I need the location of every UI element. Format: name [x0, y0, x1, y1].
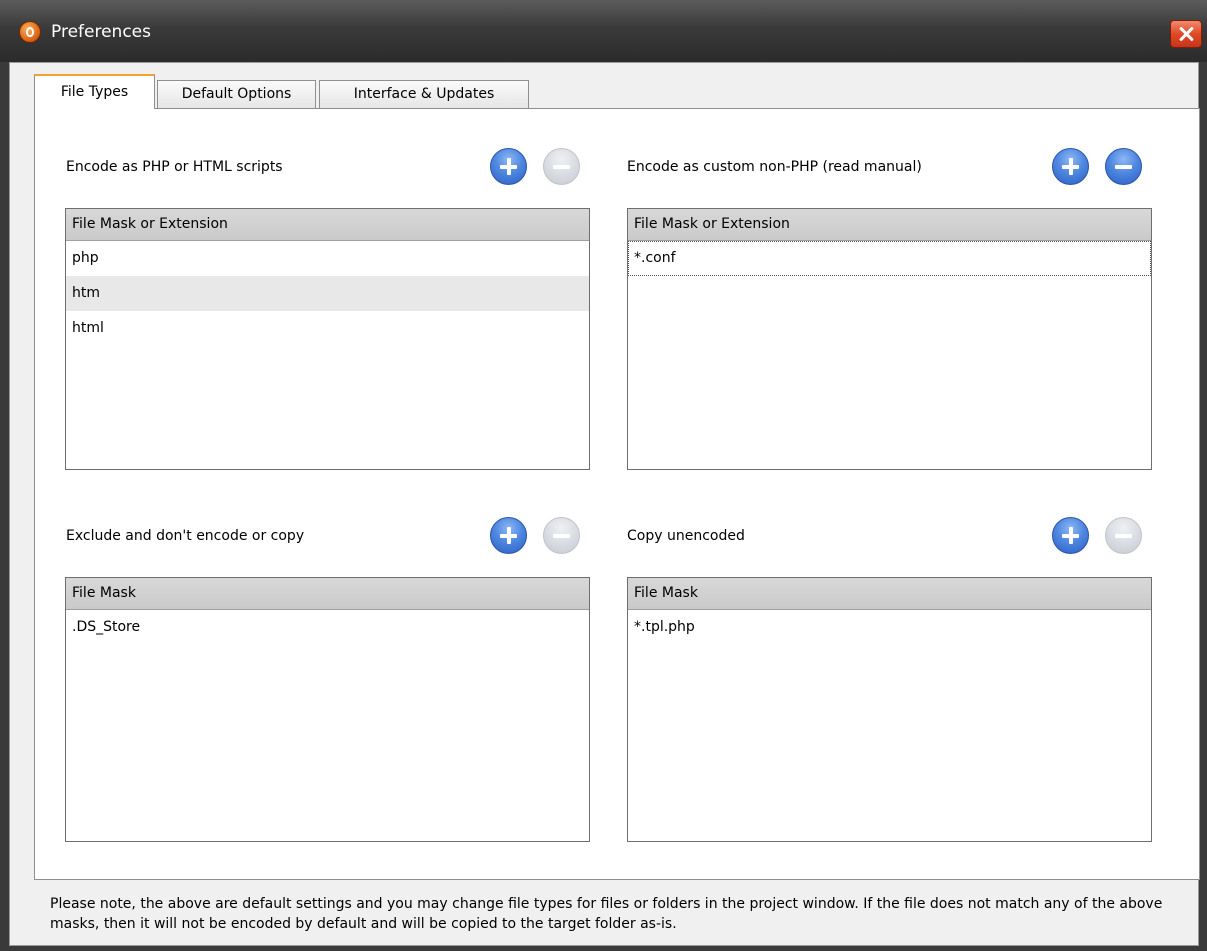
window-border-left: [0, 62, 9, 951]
window-border-right: [1199, 62, 1207, 951]
exclude-remove-button[interactable]: [543, 517, 580, 554]
encode-php-add-button[interactable]: [490, 148, 527, 185]
minus-icon: [553, 534, 570, 538]
exclude-list[interactable]: File Mask .DS_Store: [65, 577, 590, 842]
copy-unencoded-list[interactable]: File Mask *.tpl.php: [627, 577, 1152, 842]
info-note: Please note, the above are default setti…: [50, 896, 1163, 932]
tab-interface-updates[interactable]: Interface & Updates: [319, 80, 529, 108]
list-item[interactable]: .DS_Store: [66, 610, 589, 645]
list-item[interactable]: php: [66, 241, 589, 276]
encode-php-label: Encode as PHP or HTML scripts: [66, 159, 283, 175]
preferences-window: Preferences File Types Default Options I…: [0, 0, 1207, 951]
list-item[interactable]: htm: [66, 276, 589, 311]
minus-icon: [553, 165, 570, 169]
minus-icon: [1115, 165, 1132, 169]
list-item[interactable]: html: [66, 311, 589, 346]
list-item[interactable]: *.tpl.php: [628, 610, 1151, 645]
exclude-add-button[interactable]: [490, 517, 527, 554]
exclude-label: Exclude and don't encode or copy: [66, 528, 305, 544]
copy-unencoded-label: Copy unencoded: [627, 528, 745, 544]
encode-custom-remove-button[interactable]: [1105, 148, 1142, 185]
encode-custom-add-button[interactable]: [1052, 148, 1089, 185]
column-header-file-mask-or-extension[interactable]: File Mask or Extension: [628, 209, 1151, 241]
window-title: Preferences: [51, 22, 151, 42]
encode-php-list[interactable]: File Mask or Extension php htm html: [65, 208, 590, 470]
close-button[interactable]: [1170, 20, 1202, 48]
title-bar[interactable]: Preferences: [0, 0, 1207, 62]
app-logo-icon: [19, 21, 41, 43]
copy-unencoded-remove-button[interactable]: [1105, 517, 1142, 554]
minus-icon: [1115, 534, 1132, 538]
column-header-file-mask[interactable]: File Mask: [66, 578, 589, 610]
tab-default-options[interactable]: Default Options: [157, 80, 316, 108]
encode-custom-label: Encode as custom non-PHP (read manual): [627, 159, 922, 175]
encode-php-remove-button[interactable]: [543, 148, 580, 185]
encode-custom-list[interactable]: File Mask or Extension *.conf: [627, 208, 1152, 470]
list-item[interactable]: *.conf: [628, 241, 1151, 276]
column-header-file-mask[interactable]: File Mask: [628, 578, 1151, 610]
tab-file-types[interactable]: File Types: [34, 74, 155, 109]
copy-unencoded-add-button[interactable]: [1052, 517, 1089, 554]
column-header-file-mask-or-extension[interactable]: File Mask or Extension: [66, 209, 589, 241]
